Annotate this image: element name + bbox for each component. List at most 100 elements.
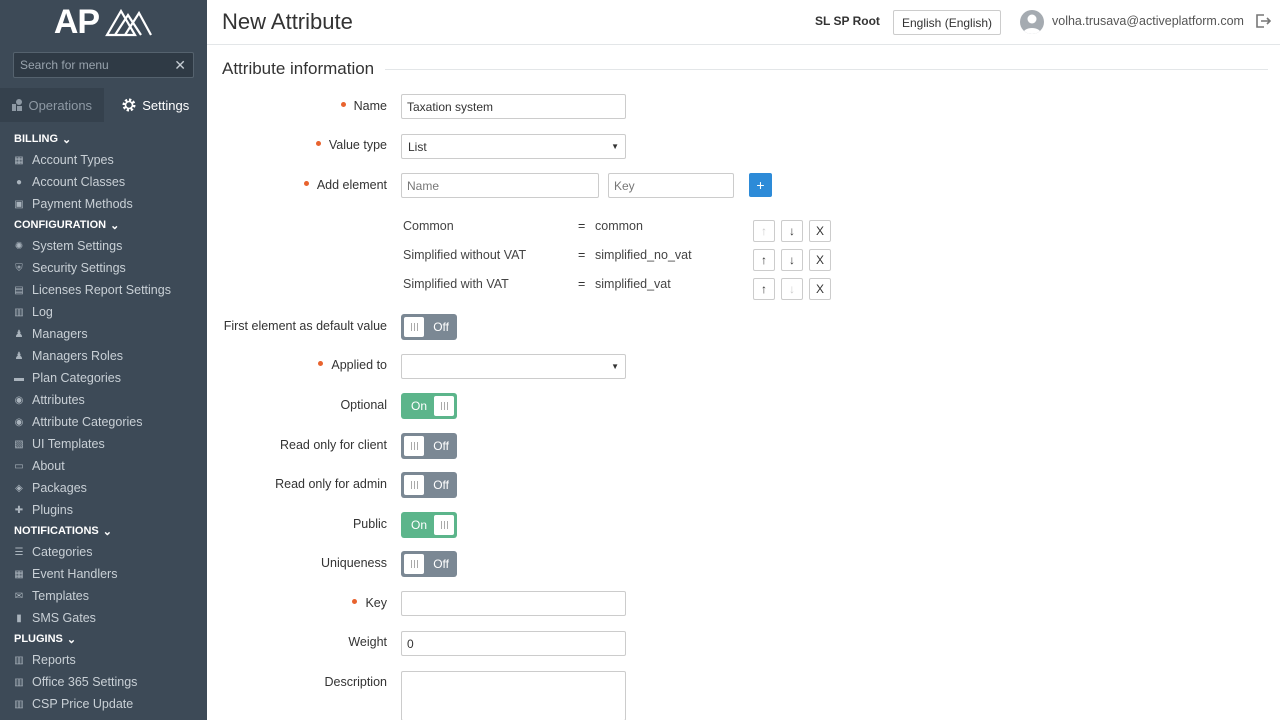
sidebar-item-managers[interactable]: ♟ Managers [0, 323, 207, 345]
sidebar-item-label: CSP Price Update [32, 697, 134, 711]
move-down-button[interactable]: ↓ [781, 220, 803, 242]
move-down-button[interactable]: ↓ [781, 249, 803, 271]
sidebar-item-attributes[interactable]: ◉ Attributes [0, 389, 207, 411]
value-type-label-text: Value type [328, 138, 387, 152]
sidebar-item-licenses-report-settings[interactable]: ▤ Licenses Report Settings [0, 279, 207, 301]
sidebar-item-label: Plugins [32, 503, 73, 517]
sidebar-item-managers-roles[interactable]: ♟ Managers Roles [0, 345, 207, 367]
sidebar-item-ui-templates[interactable]: ▧ UI Templates [0, 433, 207, 455]
sidebar-item-label: Office 365 Settings [32, 675, 138, 689]
section-billing[interactable]: BILLING ⌄ [0, 129, 207, 149]
sidebar-item-log[interactable]: ▥ Log [0, 301, 207, 323]
monitor-icon: ▭ [14, 460, 24, 472]
element-key: common [595, 219, 643, 233]
avatar[interactable] [1020, 10, 1044, 34]
tab-operations[interactable]: Operations [0, 88, 104, 122]
read-only-client-toggle[interactable]: Off [401, 433, 457, 459]
add-element-label: Add element [304, 178, 387, 192]
logo[interactable]: AP [0, 0, 207, 45]
shield-icon: ⛨ [15, 262, 23, 274]
folder-icon: ▬ [14, 372, 24, 384]
toggle-state: Off [433, 439, 449, 453]
sidebar-item-security-settings[interactable]: ⛨ Security Settings [0, 257, 207, 279]
sidebar-item-attribute-categories[interactable]: ◉ Attribute Categories [0, 411, 207, 433]
section-configuration[interactable]: CONFIGURATION ⌄ [0, 215, 207, 235]
menu-search-input[interactable] [14, 53, 193, 77]
move-up-button[interactable]: ↑ [753, 249, 775, 271]
remove-element-button[interactable]: X [809, 220, 831, 242]
plugin-icon: ✚ [14, 504, 24, 516]
section-title: Attribute information [222, 59, 375, 78]
description-textarea[interactable] [401, 671, 626, 720]
move-up-button[interactable]: ↑ [753, 278, 775, 300]
sidebar-item-label: Security Settings [32, 261, 126, 275]
description-label: Description [324, 675, 387, 689]
uniqueness-label: Uniqueness [320, 556, 387, 570]
add-element-label-text: Add element [316, 178, 387, 192]
user-email[interactable]: volha.trusava@activeplatform.com [1052, 14, 1244, 28]
key-input[interactable] [401, 591, 626, 616]
sidebar-item-office-365-settings[interactable]: ▥ Office 365 Settings [0, 671, 207, 693]
language-button[interactable]: English (English) [893, 10, 1002, 35]
key-label-text: Key [365, 596, 387, 610]
add-element-button[interactable]: + [749, 173, 772, 197]
first-default-toggle[interactable]: Off [401, 314, 457, 340]
user-icon: ● [15, 176, 23, 188]
sidebar-item-plugins[interactable]: ✚ Plugins [0, 499, 207, 521]
read-only-admin-toggle[interactable]: Off [401, 472, 457, 498]
remove-element-button[interactable]: X [809, 249, 831, 271]
sidebar-item-packages[interactable]: ◈ Packages [0, 477, 207, 499]
sidebar-item-plan-categories[interactable]: ▬ Plan Categories [0, 367, 207, 389]
clear-search-icon[interactable]: ✕ [174, 57, 186, 74]
chevron-down-icon: ⌄ [62, 133, 72, 146]
sidebar-item-csp-price-update[interactable]: ▥ CSP Price Update [0, 693, 207, 715]
sidebar-item-event-handlers[interactable]: ▦ Event Handlers [0, 563, 207, 585]
value-type-label: Value type [316, 138, 387, 152]
sidebar-item-sms-gates[interactable]: ▮ SMS Gates [0, 607, 207, 629]
gear-icon: ✺ [14, 240, 24, 252]
tab-settings[interactable]: Settings [103, 88, 207, 122]
section-notifications-title: NOTIFICATIONS [14, 525, 99, 537]
sms-icon: ▮ [16, 612, 22, 624]
applied-to-label: Applied to [318, 358, 387, 372]
element-key-input[interactable] [608, 173, 734, 198]
section-plugins[interactable]: PLUGINS ⌄ [0, 629, 207, 649]
list-icon: ☰ [14, 546, 24, 558]
sidebar-item-account-types[interactable]: ▦ Account Types [0, 149, 207, 171]
remove-element-button[interactable]: X [809, 278, 831, 300]
caret-down-icon: ▼ [611, 362, 619, 371]
section-configuration-title: CONFIGURATION [14, 219, 107, 231]
sidebar-item-about[interactable]: ▭ About [0, 455, 207, 477]
move-down-button[interactable]: ↓ [781, 278, 803, 300]
sidebar-item-categories[interactable]: ☰ Categories [0, 541, 207, 563]
public-toggle[interactable]: On [401, 512, 457, 538]
sidebar-item-system-settings[interactable]: ✺ System Settings [0, 235, 207, 257]
calendar-icon: ▦ [14, 568, 24, 580]
weight-input[interactable] [401, 631, 626, 656]
element-name-input[interactable] [401, 173, 599, 198]
users-icon: ♟ [14, 328, 24, 340]
element-name: Simplified with VAT [403, 277, 509, 291]
applied-to-label-text: Applied to [331, 358, 387, 372]
sidebar-item-label: Reports [32, 653, 76, 667]
sidebar-tabs: Operations Settings [0, 88, 207, 122]
uniqueness-toggle[interactable]: Off [401, 551, 457, 577]
sidebar-item-account-classes[interactable]: ● Account Classes [0, 171, 207, 193]
optional-toggle[interactable]: On [401, 393, 457, 419]
element-equals: = [578, 219, 586, 233]
sidebar-item-templates[interactable]: ✉ Templates [0, 585, 207, 607]
package-icon: ◈ [15, 482, 23, 494]
value-type-select[interactable]: List ▼ [401, 134, 626, 159]
first-default-label: First element as default value [223, 319, 387, 333]
applied-to-select[interactable]: ▼ [401, 354, 626, 379]
account-name[interactable]: SL SP Root [815, 14, 880, 28]
name-input[interactable] [401, 94, 626, 119]
element-equals: = [578, 248, 586, 262]
circle-icon: ◉ [14, 394, 24, 406]
tab-settings-label: Settings [142, 97, 190, 113]
move-up-button[interactable]: ↑ [753, 220, 775, 242]
logout-button[interactable] [1255, 13, 1272, 32]
sidebar-item-reports[interactable]: ▥ Reports [0, 649, 207, 671]
section-notifications[interactable]: NOTIFICATIONS ⌄ [0, 521, 207, 541]
sidebar-item-payment-methods[interactable]: ▣ Payment Methods [0, 193, 207, 215]
